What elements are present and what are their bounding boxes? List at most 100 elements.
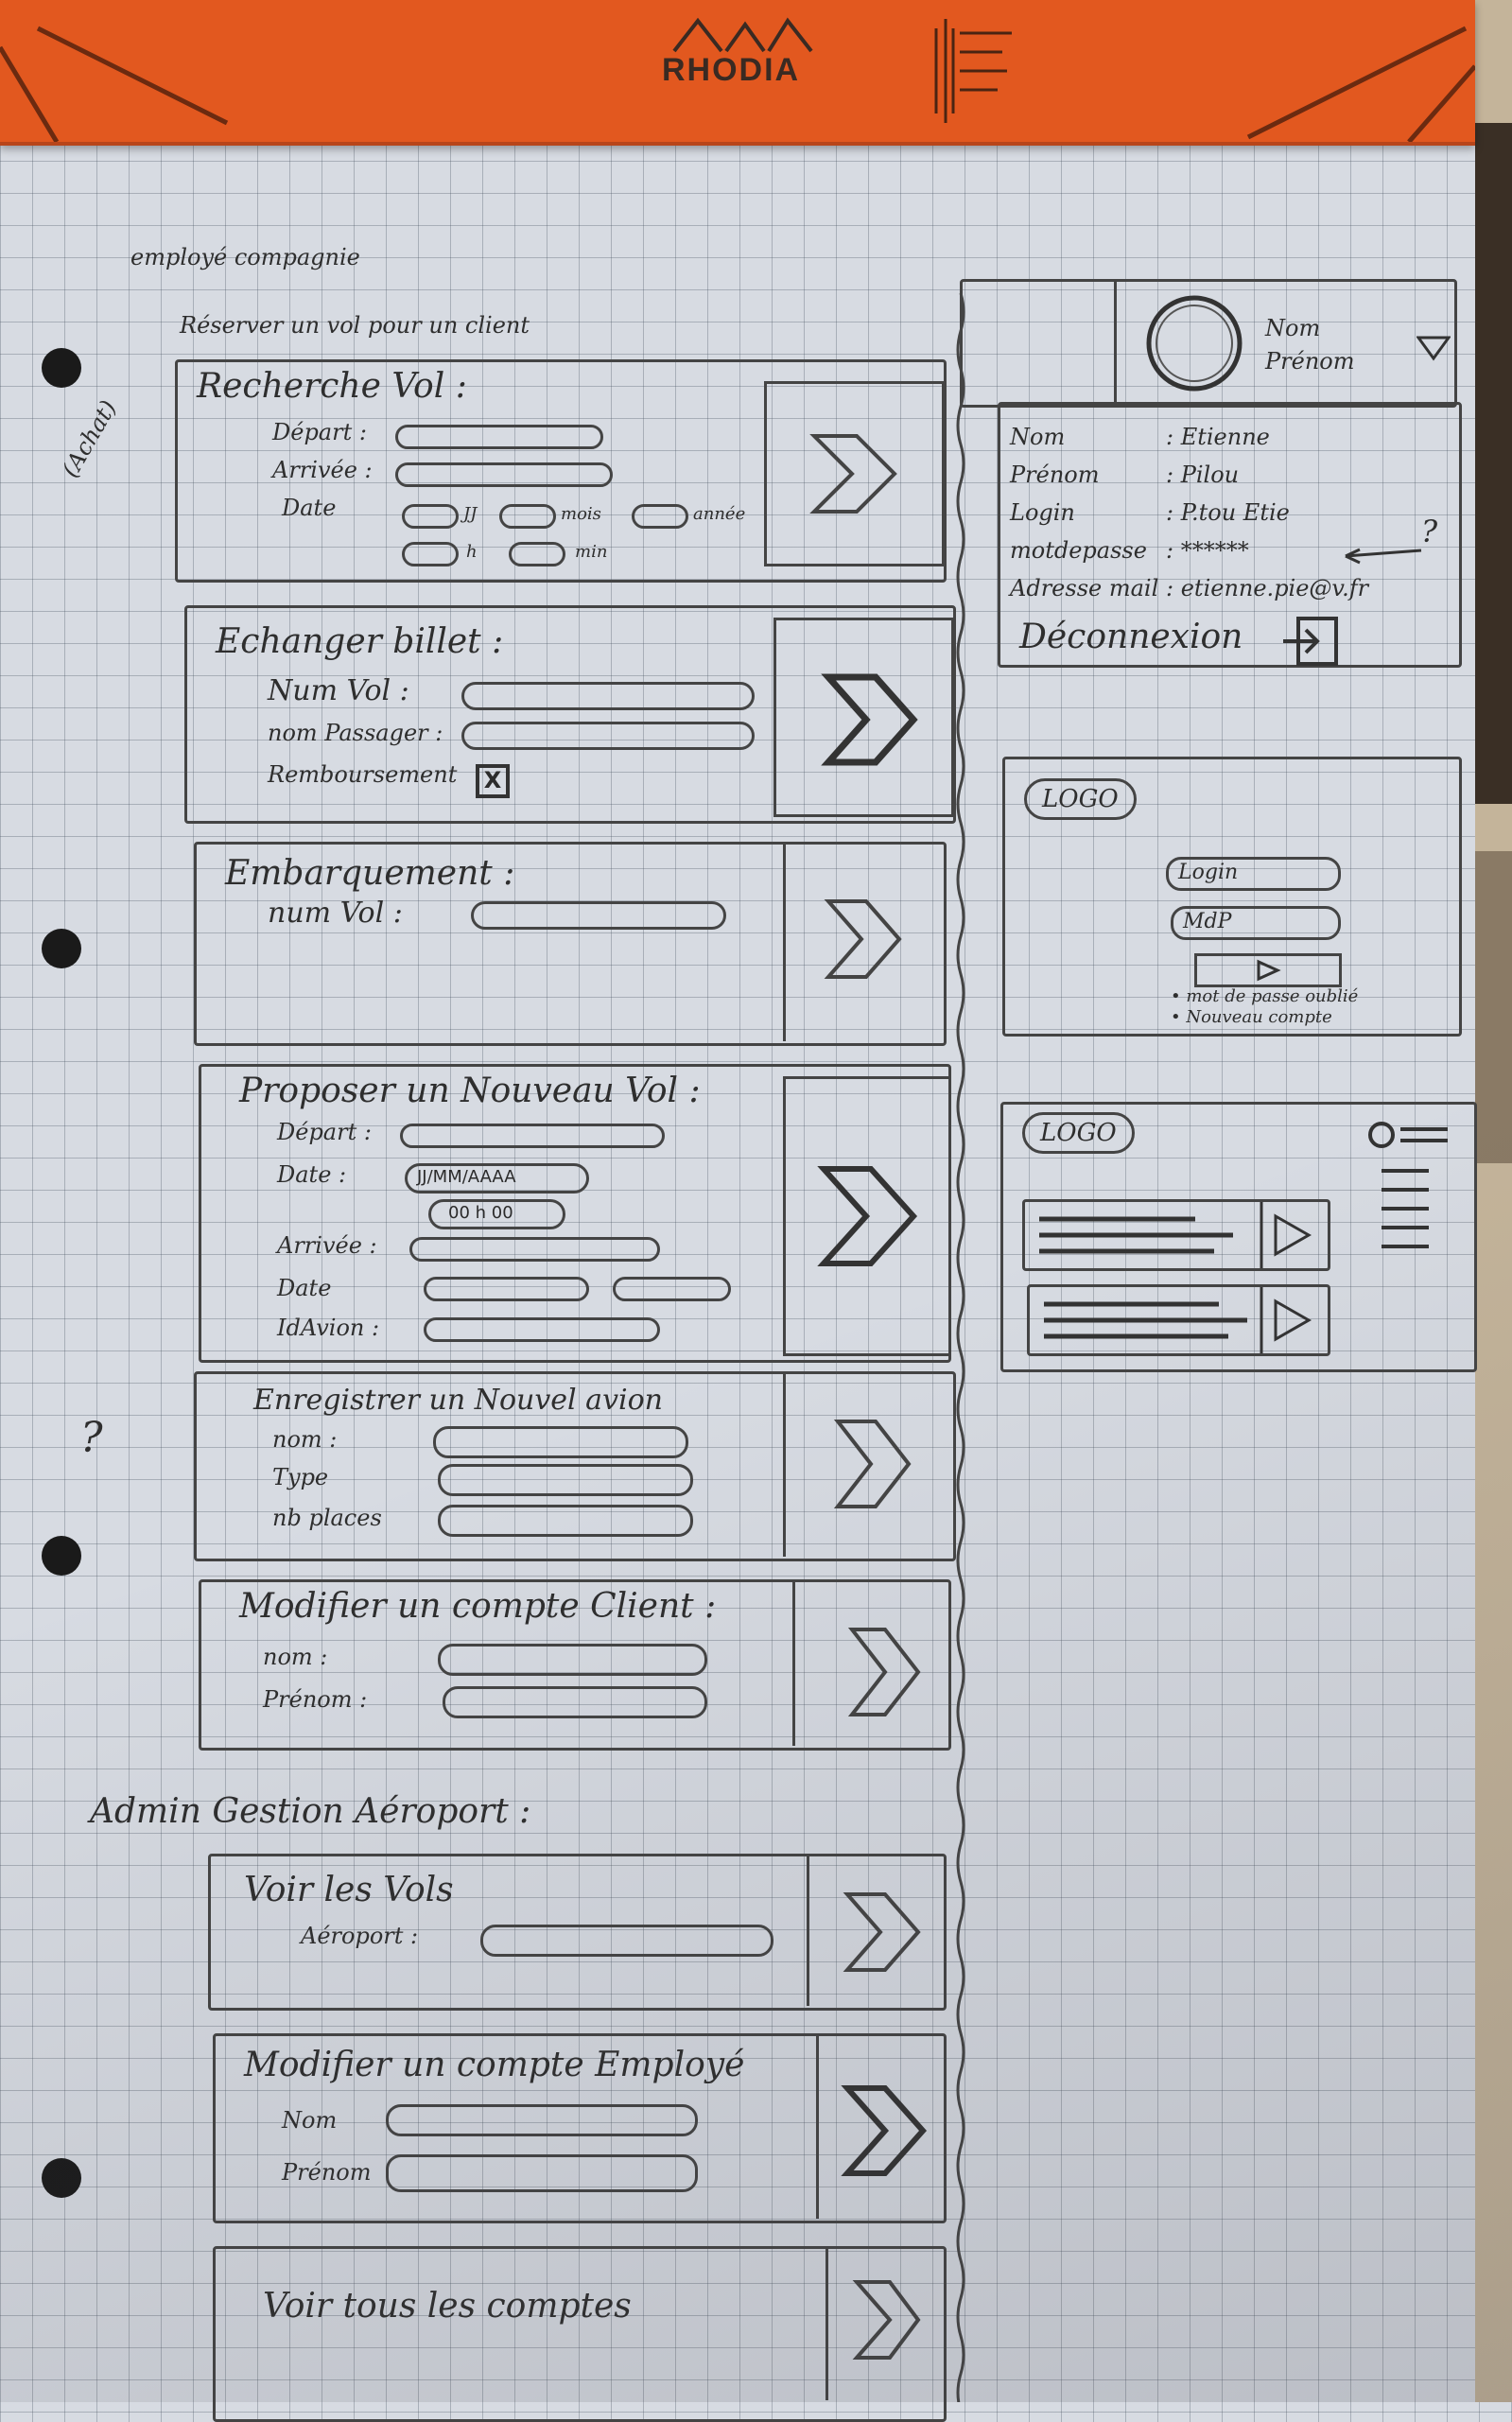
embarquement-submit-button[interactable] xyxy=(783,845,945,1041)
profile-field-label: Adresse mail xyxy=(1010,575,1159,601)
proposer-date-label: Date : xyxy=(277,1161,347,1188)
arrivee-input[interactable] xyxy=(395,462,613,487)
num-vol-input[interactable] xyxy=(461,682,755,710)
enregistrer-nom-label: nom : xyxy=(272,1426,338,1453)
voir-vols-submit-button[interactable] xyxy=(807,1856,945,2006)
recherche-submit-button[interactable] xyxy=(764,381,945,566)
date-label: Date xyxy=(282,495,337,521)
hamburger-menu-icon[interactable] xyxy=(1363,1114,1467,1303)
voir-vols-aeroport-label: Aéroport : xyxy=(301,1923,419,1949)
dropdown-triangle-icon[interactable] xyxy=(1416,334,1451,362)
logout-icon[interactable] xyxy=(1279,613,1346,670)
year-input[interactable] xyxy=(632,504,688,529)
password-placeholder: MdP xyxy=(1183,910,1232,933)
enregistrer-nb-places-input[interactable] xyxy=(438,1505,693,1537)
profile-field-value: : Pilou xyxy=(1166,462,1240,488)
remboursement-checkbox[interactable]: X xyxy=(476,764,510,798)
chevron-right-icon xyxy=(841,2085,928,2176)
profile-field-label: Prénom xyxy=(1010,462,1100,488)
modifier-client-submit-button[interactable] xyxy=(792,1582,949,1746)
chevron-right-icon xyxy=(824,899,902,979)
chevron-right-icon xyxy=(852,2280,921,2360)
voir-comptes-submit-button[interactable] xyxy=(826,2249,945,2400)
profile-header: Nom Prénom xyxy=(960,279,1457,408)
depart-input[interactable] xyxy=(395,425,603,449)
modifier-client-nom-label: nom : xyxy=(263,1644,328,1670)
enregistrer-type-input[interactable] xyxy=(438,1464,693,1496)
page-divider xyxy=(956,293,965,2402)
enregistrer-type-label: Type xyxy=(272,1464,329,1490)
proposer-time-input[interactable]: 00 h 00 xyxy=(428,1199,565,1229)
proposer-vol-panel: Proposer un Nouveau Vol : Départ : Date … xyxy=(199,1064,951,1363)
logout-button[interactable]: Déconnexion xyxy=(1019,618,1243,656)
list-item-lines xyxy=(1039,1202,1312,1268)
proposer-arrivee-input[interactable] xyxy=(409,1237,660,1262)
chevron-right-icon xyxy=(809,434,897,514)
modifier-employe-prenom-label: Prénom xyxy=(282,2159,372,2186)
help-icon[interactable]: ? xyxy=(1421,514,1437,549)
chevron-right-icon xyxy=(821,673,918,766)
voir-vols-aeroport-input[interactable] xyxy=(480,1925,773,1957)
binder-hole xyxy=(42,2158,81,2198)
modifier-employe-prenom-input[interactable] xyxy=(386,2154,698,2192)
proposer-idavion-input[interactable] xyxy=(424,1317,660,1342)
enregistrer-submit-button[interactable] xyxy=(783,1374,954,1557)
enregistrer-nom-input[interactable] xyxy=(433,1426,688,1458)
h-label: h xyxy=(466,542,478,562)
embarquement-num-vol-label: num Vol : xyxy=(268,897,403,930)
proposer-date-input[interactable]: JJ/MM/AAAA xyxy=(405,1163,589,1194)
notebook-edge-background xyxy=(1475,0,1512,2402)
arrow-left-icon xyxy=(1345,548,1422,565)
login-placeholder: Login xyxy=(1178,861,1239,884)
brand-name: RHODIA xyxy=(662,52,801,88)
modifier-employe-nom-input[interactable] xyxy=(386,2104,698,2136)
nom-passager-input[interactable] xyxy=(461,722,755,750)
scribble-mark-icon xyxy=(934,19,1012,123)
profile-field-label: Nom xyxy=(1010,424,1066,450)
question-mark-note: ? xyxy=(80,1414,103,1462)
minute-input[interactable] xyxy=(509,542,565,566)
modifier-client-title: Modifier un compte Client : xyxy=(239,1587,717,1626)
password-input[interactable]: MdP xyxy=(1171,906,1341,940)
echanger-submit-button[interactable] xyxy=(773,618,954,817)
corner-fold-right-icon xyxy=(1246,26,1475,142)
num-vol-label: Num Vol : xyxy=(268,674,409,707)
proposer-submit-button[interactable] xyxy=(783,1076,951,1356)
modifier-client-nom-input[interactable] xyxy=(438,1644,707,1676)
day-input[interactable] xyxy=(402,504,459,529)
profile-field-value: : etienne.pie@v.fr xyxy=(1166,575,1369,601)
home-screen-mockup: LOGO xyxy=(1000,1102,1477,1372)
proposer-time2-input[interactable] xyxy=(613,1277,731,1301)
enregistrer-avion-title: Enregistrer un Nouvel avion xyxy=(253,1384,663,1417)
proposer-date2-input[interactable] xyxy=(424,1277,589,1301)
profile-prenom-label: Prénom xyxy=(1265,348,1355,375)
echanger-billet-panel: Echanger billet : Num Vol : nom Passager… xyxy=(184,605,956,824)
echanger-billet-title: Echanger billet : xyxy=(216,622,504,661)
enregistrer-avion-panel: Enregistrer un Nouvel avion nom : Type n… xyxy=(194,1371,956,1561)
list-item[interactable] xyxy=(1027,1284,1330,1356)
modifier-client-prenom-input[interactable] xyxy=(443,1686,707,1718)
proposer-depart-input[interactable] xyxy=(400,1124,665,1148)
new-account-link[interactable]: • Nouveau compte xyxy=(1171,1007,1332,1027)
login-screen-mockup: LOGO Login MdP • mot de passe oublié • N… xyxy=(1002,757,1462,1037)
login-input[interactable]: Login xyxy=(1166,857,1341,891)
annee-label: année xyxy=(693,504,746,524)
modifier-employe-submit-button[interactable] xyxy=(816,2036,945,2219)
voir-comptes-title: Voir tous les comptes xyxy=(263,2287,632,2326)
login-logo: LOGO xyxy=(1024,778,1137,820)
voir-comptes-panel: Voir tous les comptes xyxy=(213,2246,947,2422)
embarquement-num-vol-input[interactable] xyxy=(471,901,726,930)
embarquement-title: Embarquement : xyxy=(225,854,515,893)
modifier-employe-nom-label: Nom xyxy=(282,2107,338,2134)
min-label: min xyxy=(575,542,608,562)
login-submit-button[interactable] xyxy=(1194,953,1342,987)
notepad-header: RHODIA xyxy=(0,0,1475,146)
forgot-password-link[interactable]: • mot de passe oublié xyxy=(1171,986,1358,1006)
profile-field-value: : ****** xyxy=(1166,537,1249,564)
month-input[interactable] xyxy=(499,504,556,529)
hour-input[interactable] xyxy=(402,542,459,566)
admin-heading: Admin Gestion Aéroport : xyxy=(90,1792,531,1831)
enregistrer-nb-places-label: nb places xyxy=(272,1505,382,1531)
corner-fold-left-icon xyxy=(0,26,229,142)
list-item[interactable] xyxy=(1022,1199,1330,1271)
